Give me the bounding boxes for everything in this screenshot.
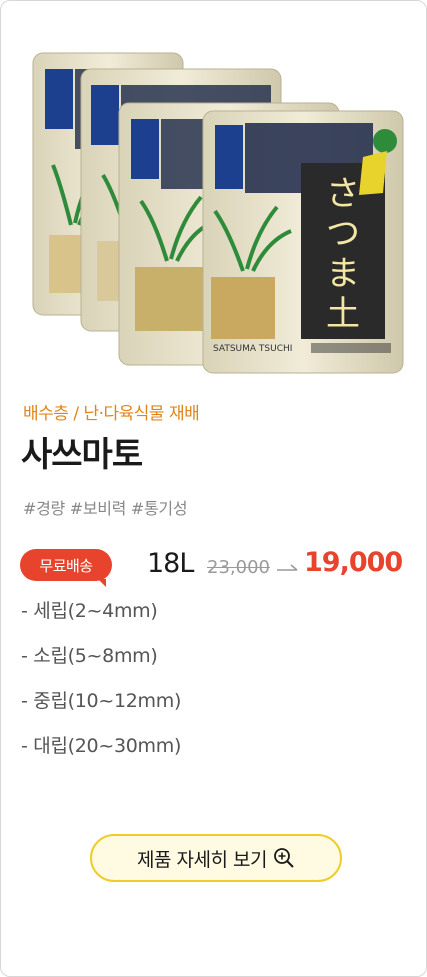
- svg-text:つ: つ: [326, 214, 360, 254]
- svg-text:ま: ま: [326, 254, 360, 294]
- size-item: - 중립(10~12mm): [21, 690, 182, 712]
- product-title: 사쓰마토: [21, 435, 143, 475]
- soil-bag-front: さ つ ま 土 SATSUMA TSUCHI: [202, 110, 404, 374]
- size-item: - 대립(20~30mm): [21, 735, 182, 757]
- size-item: - 소립(5~8mm): [21, 645, 158, 667]
- free-shipping-badge: 무료배송: [20, 549, 112, 587]
- svg-text:土: 土: [326, 294, 360, 334]
- svg-text:さ: さ: [326, 174, 360, 214]
- arrow-right-icon: [277, 564, 298, 571]
- view-details-button[interactable]: 제품 자세히 보기: [90, 834, 342, 882]
- soil-bags-image: さ つ ま 土 SATSUMA TSUCHI: [32, 52, 404, 374]
- zoom-in-icon: [274, 848, 294, 868]
- size-list: - 세립(2~4mm) - 소립(5~8mm) - 중립(10~12mm) - …: [21, 597, 181, 777]
- product-card: さ つ ま 土 SATSUMA TSUCHI 배수층 / 난·다육식물 재배 사…: [0, 0, 427, 977]
- product-tags: #경량 #보비력 #통기성: [23, 499, 188, 518]
- product-category: 배수층 / 난·다육식물 재배: [23, 404, 200, 424]
- product-volume: 18L: [147, 548, 194, 579]
- svg-text:SATSUMA TSUCHI: SATSUMA TSUCHI: [213, 344, 292, 354]
- view-details-label: 제품 자세히 보기: [137, 848, 267, 871]
- size-item: - 세립(2~4mm): [21, 600, 158, 622]
- sale-price: 19,000: [304, 547, 403, 578]
- original-price: 23,000: [207, 557, 270, 578]
